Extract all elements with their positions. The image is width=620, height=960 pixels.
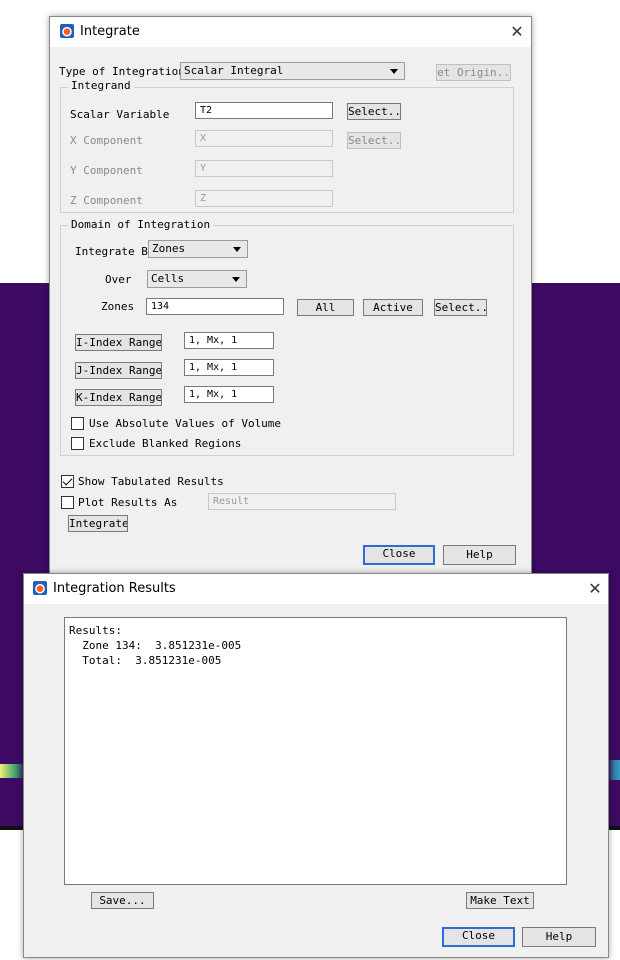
chevron-down-icon	[233, 247, 241, 252]
x-component-label: X Component	[70, 134, 143, 147]
integrate-titlebar[interactable]: Integrate ✕	[50, 17, 531, 47]
results-line: Total: 3.851231e-005	[69, 654, 222, 667]
x-component-input[interactable]: X	[195, 130, 333, 147]
scalar-variable-input[interactable]: T2	[195, 102, 333, 119]
abs-values-checkbox[interactable]	[71, 417, 84, 430]
exclude-blanked-checkbox[interactable]	[71, 437, 84, 450]
type-of-integration-label: Type of Integration	[59, 65, 185, 78]
integrate-by-value: Zones	[152, 242, 186, 255]
results-title: Integration Results	[53, 581, 176, 596]
results-line: Results:	[69, 624, 122, 637]
make-text-button[interactable]: Make Text	[466, 892, 534, 909]
i-index-range-button[interactable]: I-Index Range	[75, 334, 162, 351]
z-component-label: Z Component	[70, 194, 143, 207]
zones-label: Zones	[101, 300, 135, 313]
zones-active-button[interactable]: Active	[363, 299, 423, 316]
over-value: Cells	[151, 272, 185, 285]
close-icon[interactable]: ✕	[506, 21, 528, 43]
plot-results-checkbox[interactable]	[61, 496, 74, 509]
app-icon	[33, 581, 47, 595]
show-tabulated-checkbox[interactable]	[61, 475, 74, 488]
k-index-range-input[interactable]: 1, Mx, 1	[184, 386, 274, 403]
scalar-variable-label: Scalar Variable	[70, 108, 170, 121]
integrate-by-select[interactable]: Zones	[148, 240, 248, 258]
integrate-button[interactable]: Integrate	[68, 515, 128, 532]
integrate-by-label: Integrate By	[75, 245, 155, 258]
over-label: Over	[105, 273, 132, 286]
chevron-down-icon	[232, 277, 240, 282]
app-icon	[60, 24, 74, 38]
y-component-label: Y Component	[70, 164, 143, 177]
plot-contour-right	[608, 760, 620, 780]
z-component-input[interactable]: Z	[195, 190, 333, 207]
over-select[interactable]: Cells	[147, 270, 247, 288]
set-origin-button[interactable]: et Origin..	[436, 64, 511, 81]
y-component-input[interactable]: Y	[195, 160, 333, 177]
results-line: Zone 134: 3.851231e-005	[69, 639, 242, 652]
k-index-range-button[interactable]: K-Index Range	[75, 389, 162, 406]
plot-results-label: Plot Results As	[78, 496, 178, 509]
results-close-button[interactable]: Close	[442, 927, 515, 947]
i-index-range-input[interactable]: 1, Mx, 1	[184, 332, 274, 349]
plot-results-input[interactable]: Result	[208, 493, 396, 510]
domain-group-title: Domain of Integration	[68, 218, 214, 231]
x-component-select-button[interactable]: Select...	[347, 132, 401, 149]
save-button[interactable]: Save...	[91, 892, 154, 909]
close-button[interactable]: Close	[363, 545, 435, 565]
show-tabulated-label: Show Tabulated Results	[78, 475, 224, 488]
type-of-integration-select[interactable]: Scalar Integral	[180, 62, 405, 80]
zones-select-button[interactable]: Select...	[434, 299, 487, 316]
abs-values-label: Use Absolute Values of Volume	[89, 417, 282, 430]
dialog-title: Integrate	[80, 24, 140, 39]
type-of-integration-value: Scalar Integral	[184, 64, 284, 77]
exclude-blanked-label: Exclude Blanked Regions	[89, 437, 242, 450]
results-dialog: Integration Results ✕ Results: Zone 134:…	[23, 573, 609, 958]
j-index-range-input[interactable]: 1, Mx, 1	[184, 359, 274, 376]
zones-all-button[interactable]: All	[297, 299, 354, 316]
integrand-group-title: Integrand	[68, 79, 134, 92]
j-index-range-button[interactable]: J-Index Range	[75, 362, 162, 379]
results-titlebar[interactable]: Integration Results ✕	[24, 574, 608, 604]
results-help-button[interactable]: Help	[522, 927, 596, 947]
results-text-area[interactable]: Results: Zone 134: 3.851231e-005 Total: …	[64, 617, 567, 885]
help-button[interactable]: Help	[443, 545, 516, 565]
integrate-dialog: Integrate ✕ Type of Integration Scalar I…	[49, 16, 532, 580]
chevron-down-icon	[390, 69, 398, 74]
close-icon[interactable]: ✕	[584, 578, 606, 600]
zones-input[interactable]: 134	[146, 298, 284, 315]
scalar-variable-select-button[interactable]: Select...	[347, 103, 401, 120]
